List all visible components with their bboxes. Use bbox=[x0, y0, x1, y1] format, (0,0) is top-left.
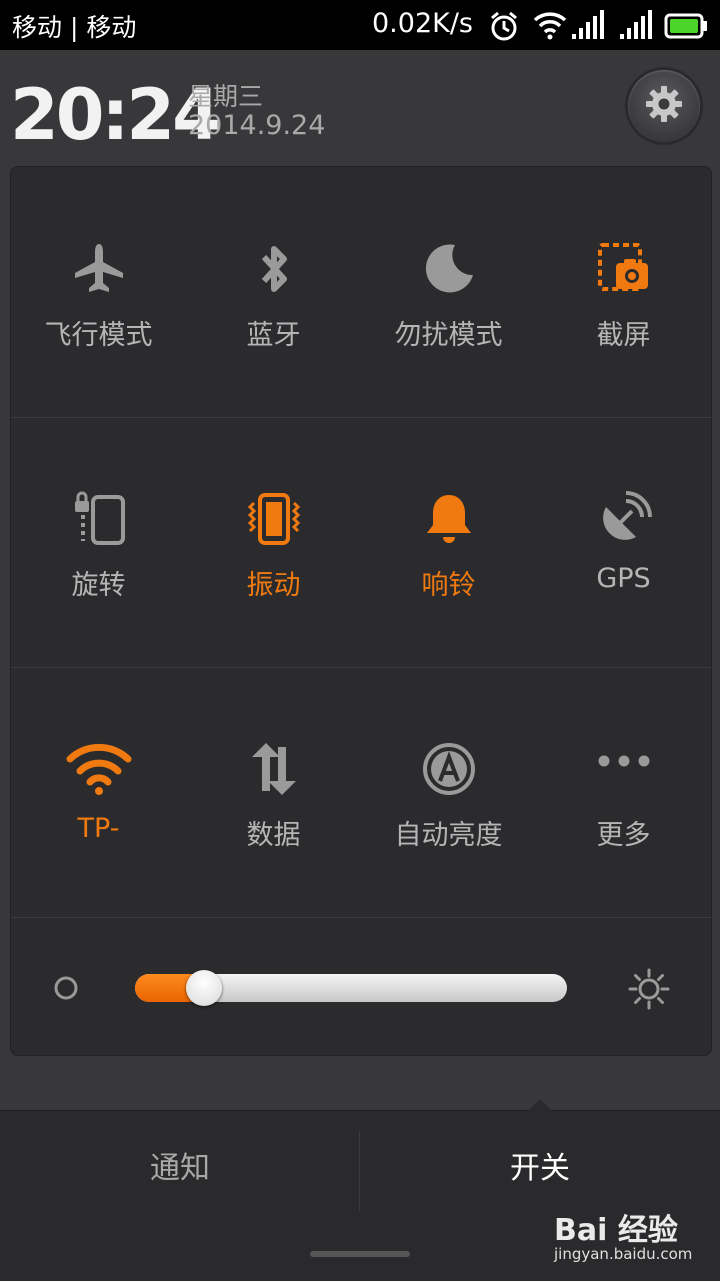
toggle-label: 蓝牙 bbox=[246, 320, 301, 351]
carrier-label: 移动 | 移动 bbox=[12, 13, 137, 42]
toggle-auto-brightness[interactable]: 自动亮度 bbox=[361, 667, 536, 917]
toggle-bluetooth[interactable]: 蓝牙 bbox=[186, 167, 361, 417]
toggle-grid: 飞行模式 蓝牙 勿扰模式 截屏 旋转 振动 响铃 GPS TP- 数据 自动亮度… bbox=[10, 166, 712, 1056]
airplane-icon bbox=[71, 241, 127, 301]
brightness-slider[interactable] bbox=[135, 970, 567, 1006]
toggle-row: TP- 数据 自动亮度 更多 bbox=[11, 667, 711, 918]
wifi-icon bbox=[532, 10, 568, 44]
watermark-url: jingyan.baidu.com bbox=[554, 1245, 693, 1263]
toggle-vibrate[interactable]: 振动 bbox=[186, 417, 361, 667]
settings-button[interactable] bbox=[628, 70, 700, 142]
brightness-thumb[interactable] bbox=[186, 970, 222, 1006]
screenshot-icon bbox=[596, 241, 652, 301]
clock: 20:24 bbox=[10, 74, 221, 156]
toggle-label: 勿扰模式 bbox=[394, 320, 503, 351]
toggle-label: 数据 bbox=[246, 820, 301, 851]
brightness-row bbox=[11, 917, 711, 1055]
gear-icon bbox=[644, 84, 684, 128]
toggle-more[interactable]: 更多 bbox=[536, 667, 711, 917]
toggle-ring[interactable]: 响铃 bbox=[361, 417, 536, 667]
watermark-logo: Bai 经验 bbox=[554, 1213, 678, 1248]
tab-notifications[interactable]: 通知 bbox=[0, 1111, 360, 1226]
network-speed: 0.02K/s bbox=[372, 8, 473, 39]
toggle-label: 飞行模式 bbox=[44, 320, 153, 351]
wifi-icon bbox=[66, 741, 132, 801]
drag-handle[interactable] bbox=[310, 1251, 410, 1257]
moon-icon bbox=[421, 241, 477, 301]
toggle-label: 截屏 bbox=[596, 320, 651, 351]
data-icon bbox=[246, 741, 302, 801]
toggle-gps[interactable]: GPS bbox=[536, 417, 711, 667]
toggle-label: 自动亮度 bbox=[394, 820, 503, 851]
toggle-data[interactable]: 数据 bbox=[186, 667, 361, 917]
signal-icon bbox=[618, 10, 654, 44]
toggle-label: GPS bbox=[596, 563, 651, 594]
toggle-screenshot[interactable]: 截屏 bbox=[536, 167, 711, 417]
toggle-rotate[interactable]: 旋转 bbox=[11, 417, 186, 667]
bell-icon bbox=[421, 491, 477, 551]
battery-icon bbox=[664, 13, 708, 43]
tab-indicator bbox=[528, 1099, 552, 1111]
more-icon bbox=[596, 741, 652, 801]
gps-icon bbox=[596, 491, 652, 551]
toggle-label: 旋转 bbox=[71, 570, 126, 601]
bottom-tab-bar: 通知 开关 Bai 经验 jingyan.baidu.com bbox=[0, 1099, 720, 1281]
watermark: Bai 经验 jingyan.baidu.com bbox=[554, 1205, 714, 1265]
toggle-row: 飞行模式 蓝牙 勿扰模式 截屏 bbox=[11, 167, 711, 418]
alarm-clock-icon bbox=[488, 10, 520, 46]
signal-icon bbox=[570, 10, 606, 44]
vibrate-icon bbox=[246, 491, 302, 551]
date: 2014.9.24 bbox=[188, 110, 326, 141]
toggle-row: 旋转 振动 响铃 GPS bbox=[11, 417, 711, 668]
circle-icon bbox=[53, 975, 79, 1005]
bluetooth-icon bbox=[246, 241, 302, 301]
toggle-do-not-disturb[interactable]: 勿扰模式 bbox=[361, 167, 536, 417]
toggle-label: 更多 bbox=[596, 820, 651, 851]
toggle-wifi[interactable]: TP- bbox=[11, 667, 186, 917]
toggle-label: 响铃 bbox=[421, 570, 476, 601]
toggle-label: 振动 bbox=[246, 570, 301, 601]
toggle-airplane[interactable]: 飞行模式 bbox=[11, 167, 186, 417]
status-bar: 移动 | 移动 0.02K/s bbox=[0, 0, 720, 50]
toggle-label: TP- bbox=[77, 813, 120, 844]
auto-brightness-icon bbox=[421, 741, 477, 801]
rotate-lock-icon bbox=[71, 491, 127, 551]
control-panel: 20:24 星期三 2014.9.24 飞行模式 蓝牙 勿扰模式 截屏 旋转 振… bbox=[0, 50, 720, 1110]
sun-icon bbox=[627, 967, 671, 1015]
weekday: 星期三 bbox=[188, 82, 264, 111]
